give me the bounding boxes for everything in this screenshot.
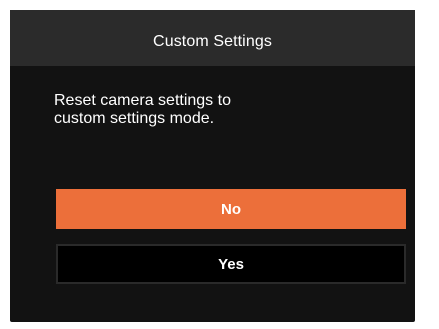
no-button-label: No — [221, 200, 241, 218]
dialog-title: Custom Settings — [153, 33, 272, 50]
yes-button-label: Yes — [218, 255, 244, 273]
dialog-message: Reset camera settings to custom settings… — [54, 92, 384, 128]
custom-settings-dialog: Custom Settings Reset camera settings to… — [10, 10, 415, 322]
yes-button[interactable]: Yes — [56, 244, 406, 284]
message-line-2: custom settings mode. — [54, 110, 215, 127]
no-button[interactable]: No — [56, 189, 406, 229]
message-line-1: Reset camera settings to — [54, 92, 231, 109]
dialog-header: Custom Settings — [10, 10, 415, 66]
